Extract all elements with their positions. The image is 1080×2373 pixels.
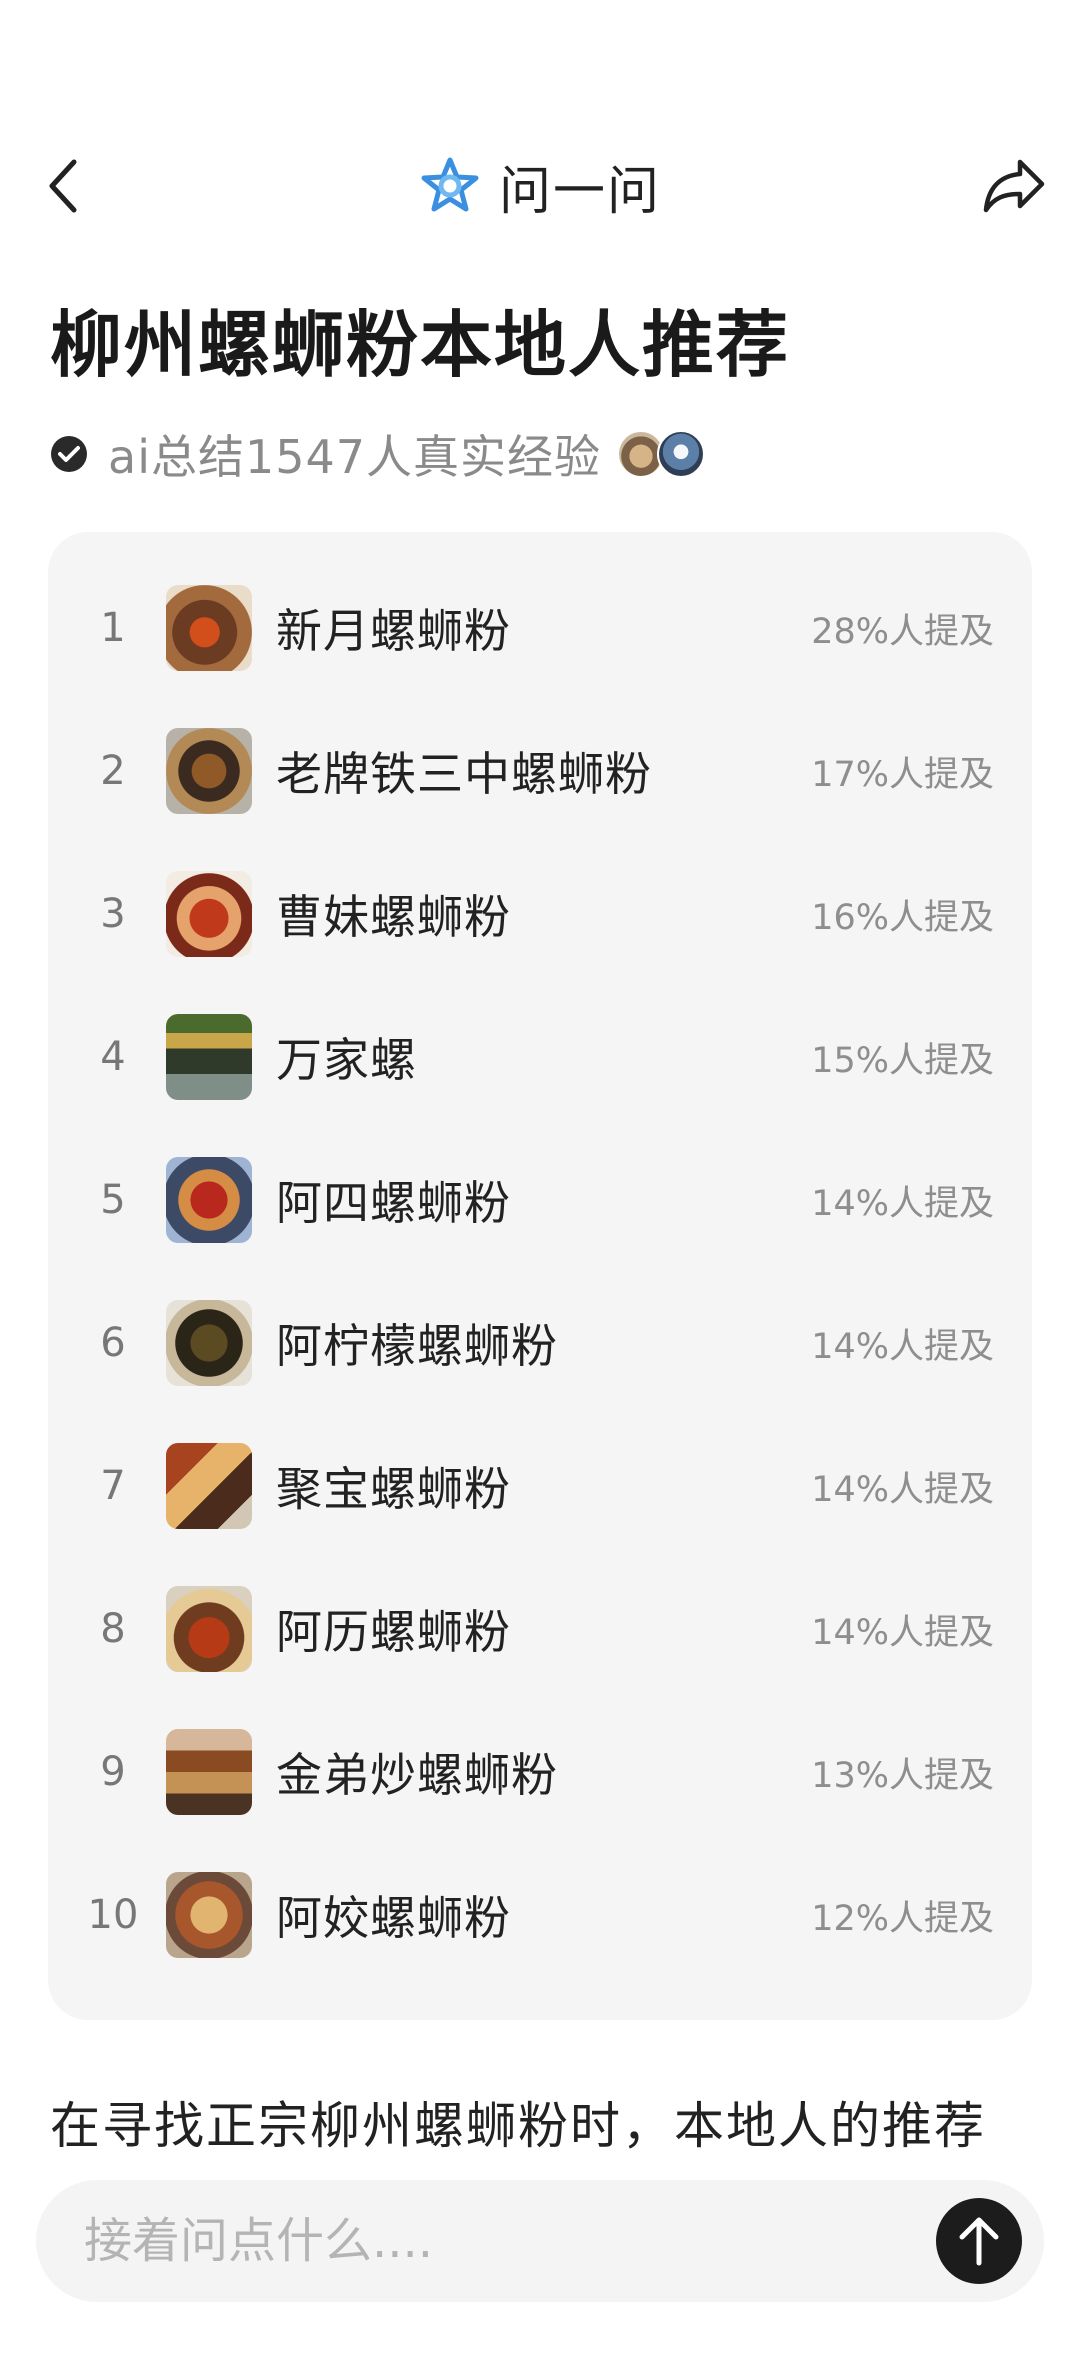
ask-page: 问一问 柳州螺蛳粉本地人推荐 ai总结1547人真实经验 1 新月螺蛳粉 28%… xyxy=(0,0,1080,2373)
shop-thumbnail xyxy=(166,1729,252,1815)
list-item[interactable]: 4 万家螺 15%人提及 xyxy=(48,1007,1032,1107)
share-icon xyxy=(983,159,1045,213)
list-item[interactable]: 8 阿历螺蛳粉 14%人提及 xyxy=(48,1579,1032,1679)
list-item[interactable]: 3 曹妹螺蛳粉 16%人提及 xyxy=(48,864,1032,964)
shop-name: 万家螺 xyxy=(276,1033,417,1087)
shop-name: 新月螺蛳粉 xyxy=(276,604,511,658)
rank-number: 3 xyxy=(100,891,126,937)
mention-rate: 14%人提及 xyxy=(811,1326,994,1367)
list-item[interactable]: 1 新月螺蛳粉 28%人提及 xyxy=(48,578,1032,678)
question-input[interactable] xyxy=(84,2180,884,2302)
mention-rate: 12%人提及 xyxy=(811,1898,994,1939)
rank-number: 4 xyxy=(100,1034,126,1080)
shop-name: 阿柠檬螺蛳粉 xyxy=(276,1319,558,1373)
share-button[interactable] xyxy=(978,152,1050,220)
list-item[interactable]: 7 聚宝螺蛳粉 14%人提及 xyxy=(48,1436,1032,1536)
summary-text: ai总结1547人真实经验 xyxy=(108,430,602,484)
summary-line: ai总结1547人真实经验 xyxy=(50,418,706,490)
avatar-group[interactable] xyxy=(617,430,706,478)
rank-number: 2 xyxy=(100,748,126,794)
list-item[interactable]: 6 阿柠檬螺蛳粉 14%人提及 xyxy=(48,1293,1032,1393)
shop-thumbnail xyxy=(166,1586,252,1672)
answer-paragraph: 在寻找正宗柳州螺蛳粉时，本地人的推荐 xyxy=(50,2097,986,2155)
rank-number: 5 xyxy=(100,1177,126,1223)
input-bar xyxy=(36,2180,1044,2302)
header-title: 问一问 xyxy=(498,161,662,222)
star-logo-icon xyxy=(421,157,479,212)
shop-name: 曹妹螺蛳粉 xyxy=(276,890,511,944)
rank-number: 8 xyxy=(100,1606,126,1652)
shop-thumbnail xyxy=(166,1300,252,1386)
shop-name: 阿四螺蛳粉 xyxy=(276,1176,511,1230)
avatar xyxy=(657,430,706,478)
rank-number: 7 xyxy=(100,1463,126,1509)
shop-name: 阿姣螺蛳粉 xyxy=(276,1891,511,1945)
ranking-card: 1 新月螺蛳粉 28%人提及 2 老牌铁三中螺蛳粉 17%人提及 3 曹妹螺蛳粉… xyxy=(48,532,1032,2020)
list-item[interactable]: 5 阿四螺蛳粉 14%人提及 xyxy=(48,1150,1032,1250)
send-button[interactable] xyxy=(936,2198,1022,2284)
mention-rate: 13%人提及 xyxy=(811,1755,994,1796)
mention-rate: 28%人提及 xyxy=(811,611,994,652)
shop-thumbnail xyxy=(166,1157,252,1243)
rank-number: 10 xyxy=(87,1892,139,1938)
mention-rate: 15%人提及 xyxy=(811,1040,994,1081)
check-circle-icon xyxy=(51,436,87,472)
mention-rate: 14%人提及 xyxy=(811,1469,994,1510)
shop-name: 金弟炒螺蛳粉 xyxy=(276,1748,558,1802)
shop-name: 阿历螺蛳粉 xyxy=(276,1605,511,1659)
arrow-up-icon xyxy=(959,2217,999,2266)
mention-rate: 16%人提及 xyxy=(811,897,994,938)
shop-thumbnail xyxy=(166,585,252,671)
shop-thumbnail xyxy=(166,1872,252,1958)
shop-thumbnail xyxy=(166,1443,252,1529)
shop-thumbnail xyxy=(166,1014,252,1100)
rank-number: 1 xyxy=(100,605,126,651)
back-button[interactable] xyxy=(34,156,94,216)
shop-thumbnail xyxy=(166,871,252,957)
list-item[interactable]: 9 金弟炒螺蛳粉 13%人提及 xyxy=(48,1722,1032,1822)
mention-rate: 14%人提及 xyxy=(811,1183,994,1224)
shop-name: 老牌铁三中螺蛳粉 xyxy=(276,747,652,801)
rank-number: 6 xyxy=(100,1320,126,1366)
rank-number: 9 xyxy=(100,1749,126,1795)
header-center: 问一问 xyxy=(419,150,661,222)
page-title: 柳州螺蛳粉本地人推荐 xyxy=(50,303,791,387)
mention-rate: 17%人提及 xyxy=(811,754,994,795)
chevron-left-icon xyxy=(49,159,77,213)
shop-name: 聚宝螺蛳粉 xyxy=(276,1462,511,1516)
list-item[interactable]: 10 阿姣螺蛳粉 12%人提及 xyxy=(48,1865,1032,1965)
top-bar: 问一问 xyxy=(0,136,1080,236)
mention-rate: 14%人提及 xyxy=(811,1612,994,1653)
shop-thumbnail xyxy=(166,728,252,814)
list-item[interactable]: 2 老牌铁三中螺蛳粉 17%人提及 xyxy=(48,721,1032,821)
